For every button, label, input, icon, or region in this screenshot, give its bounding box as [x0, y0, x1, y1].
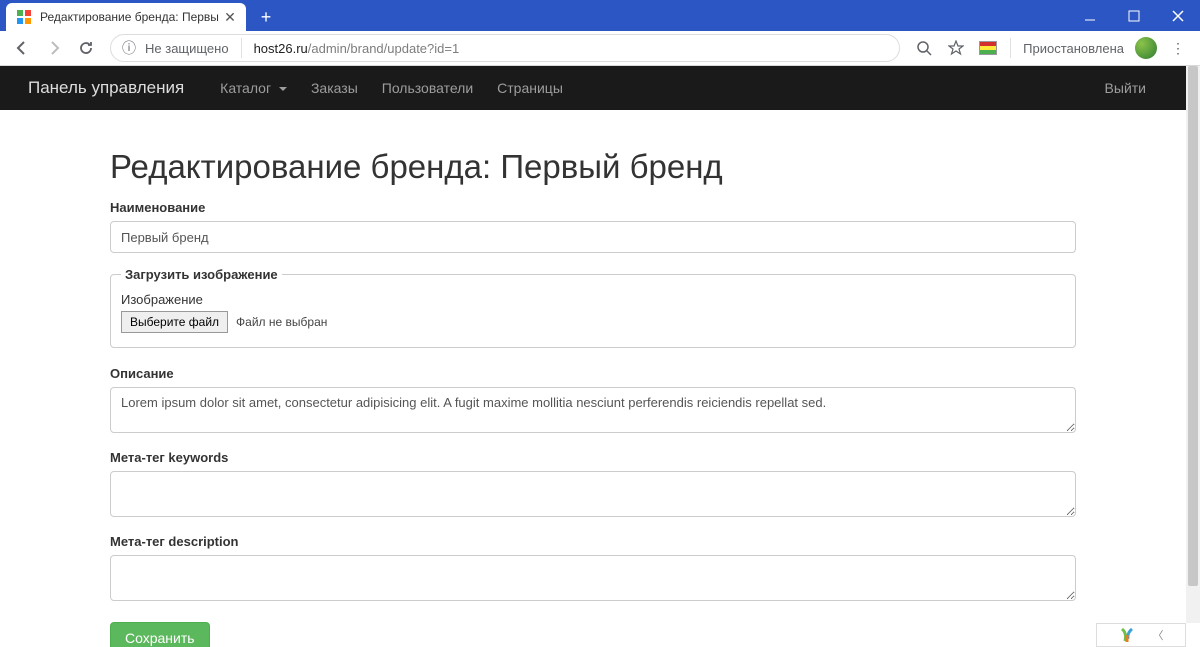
divider [241, 38, 242, 58]
page-title: Редактирование бренда: Первый бренд [110, 148, 1076, 186]
url-path: /admin/brand/update?id=1 [308, 41, 459, 56]
nav-back-icon[interactable] [8, 34, 36, 62]
chevron-left-icon: 〈 [1153, 627, 1164, 643]
url-host: host26.ru [254, 41, 308, 56]
name-input[interactable] [110, 221, 1076, 253]
name-label: Наименование [110, 200, 1076, 215]
url-text: host26.ru/admin/brand/update?id=1 [254, 41, 460, 56]
navbar-brand[interactable]: Панель управления [28, 78, 184, 98]
app-navbar: Панель управления Каталог Заказы Пользов… [0, 66, 1186, 110]
menu-kebab-icon[interactable]: ⋮ [1164, 34, 1192, 62]
window-close-icon[interactable] [1156, 0, 1200, 31]
save-button[interactable]: Сохранить [110, 622, 210, 647]
browser-address-bar: ⓘ Не защищено host26.ru/admin/brand/upda… [0, 31, 1200, 66]
nav-catalog-dropdown[interactable]: Каталог [208, 80, 299, 96]
main-container: Редактирование бренда: Первый бренд Наим… [0, 110, 1186, 647]
yii-logo-icon [1119, 627, 1135, 643]
upload-legend: Загрузить изображение [121, 267, 282, 282]
security-info-icon[interactable]: ⓘ [121, 40, 137, 56]
nav-reload-icon[interactable] [72, 34, 100, 62]
divider [1010, 38, 1011, 58]
bookmark-star-icon[interactable] [942, 34, 970, 62]
file-status: Файл не выбран [236, 315, 327, 329]
scrollbar-track[interactable] [1186, 66, 1200, 623]
nav-orders[interactable]: Заказы [299, 80, 370, 96]
profile-status[interactable]: Приостановлена [1023, 41, 1124, 56]
profile-avatar-icon[interactable] [1132, 34, 1160, 62]
metadesc-textarea[interactable] [110, 555, 1076, 601]
tab-title: Редактирование бренда: Первы [40, 10, 222, 24]
upload-fieldset: Загрузить изображение Изображение Выбери… [110, 267, 1076, 348]
scrollbar-thumb[interactable] [1188, 66, 1198, 586]
choose-file-button[interactable]: Выберите файл [121, 311, 228, 333]
nav-logout[interactable]: Выйти [1093, 80, 1158, 96]
security-status: Не защищено [145, 41, 229, 56]
page-viewport: Панель управления Каталог Заказы Пользов… [0, 66, 1186, 647]
description-textarea[interactable]: Lorem ipsum dolor sit amet, consectetur … [110, 387, 1076, 433]
nav-pages[interactable]: Страницы [485, 80, 575, 96]
description-label: Описание [110, 366, 1076, 381]
browser-tab-active[interactable]: Редактирование бренда: Первы ✕ [6, 3, 246, 31]
nav-users[interactable]: Пользователи [370, 80, 485, 96]
nav-catalog-label: Каталог [220, 80, 271, 96]
image-label: Изображение [121, 292, 1065, 307]
keywords-textarea[interactable] [110, 471, 1076, 517]
devtools-toggle[interactable]: 〈 [1096, 623, 1186, 647]
keywords-label: Мета-тег keywords [110, 450, 1076, 465]
tab-favicon-icon [16, 9, 32, 25]
chevron-down-icon [279, 87, 287, 91]
nav-forward-icon [40, 34, 68, 62]
omnibox[interactable]: ⓘ Не защищено host26.ru/admin/brand/upda… [110, 34, 900, 62]
extension-icon[interactable] [974, 34, 1002, 62]
new-tab-button[interactable]: + [252, 3, 280, 31]
window-maximize-icon[interactable] [1112, 0, 1156, 31]
browser-tab-strip: Редактирование бренда: Первы ✕ + [0, 0, 1200, 31]
metadesc-label: Мета-тег description [110, 534, 1076, 549]
tab-close-icon[interactable]: ✕ [222, 9, 238, 25]
zoom-icon[interactable] [910, 34, 938, 62]
window-minimize-icon[interactable] [1068, 0, 1112, 31]
